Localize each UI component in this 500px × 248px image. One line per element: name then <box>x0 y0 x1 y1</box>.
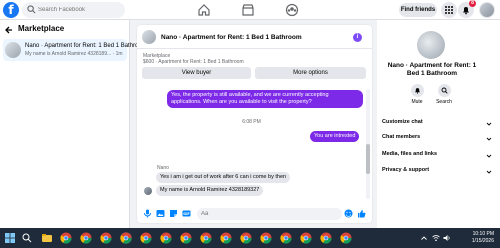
taskbar-search-icon[interactable] <box>22 233 32 243</box>
customize-chat-label: Customize chat <box>382 119 423 125</box>
svg-text:GIF: GIF <box>183 212 190 216</box>
image-icon[interactable] <box>156 209 165 218</box>
listing-price: $600 · Apartment for Rent: 1 Bed 1 Bathr… <box>143 59 244 65</box>
sender-avatar <box>144 187 152 195</box>
privacy-support-label: Privacy & support <box>382 167 430 173</box>
chat-members-label: Chat members <box>382 134 421 140</box>
windows-taskbar: 10:10 PM 1/15/2026 <box>0 228 500 248</box>
clock-time: 10:10 PM <box>472 231 494 237</box>
chevron-up-icon[interactable] <box>420 234 428 242</box>
chrome-icon[interactable] <box>160 232 172 244</box>
message-list: Yes, the property is still available, an… <box>137 85 366 202</box>
thumbs-up-icon[interactable] <box>357 209 366 218</box>
more-options-button[interactable]: More options <box>255 67 366 79</box>
back-arrow-icon[interactable] <box>5 26 13 34</box>
message-input[interactable] <box>197 208 342 220</box>
chevron-down-icon <box>486 154 492 158</box>
chevron-down-icon <box>486 170 492 174</box>
marketplace-icon[interactable] <box>241 3 255 17</box>
info-listing-thumbnail <box>417 31 445 59</box>
chrome-icon[interactable] <box>280 232 292 244</box>
info-title: Nano · Apartment for Rent: 1 Bed 1 Bathr… <box>387 62 477 77</box>
notification-badge: 8 <box>469 0 476 7</box>
message-composer: GIF <box>137 206 372 223</box>
bell-icon <box>463 7 469 15</box>
search-box[interactable] <box>22 2 125 18</box>
scrollbar-thumb[interactable] <box>366 144 370 174</box>
clock-date: 1/15/2026 <box>471 238 494 244</box>
volume-icon[interactable] <box>443 234 451 242</box>
chrome-icon[interactable] <box>260 232 272 244</box>
search-input[interactable] <box>38 3 122 17</box>
chat-window: Nano · Apartment for Rent: 1 Bed 1 Bathr… <box>137 25 372 223</box>
notifications-button[interactable]: 8 <box>458 0 476 18</box>
outgoing-message: Yes, the property is still available, an… <box>167 90 363 108</box>
message-timestamp: 6:08 PM <box>242 119 261 125</box>
conversation-preview: My name is Arnold Ramirez 4328189... · 1… <box>25 51 123 57</box>
message-scrollbar[interactable] <box>366 89 370 199</box>
incoming-message: Yes i am i get out of work after 6 can i… <box>156 172 291 183</box>
search-label: Search <box>436 99 452 105</box>
view-buyer-button[interactable]: View buyer <box>142 67 251 79</box>
chrome-icon[interactable] <box>340 232 352 244</box>
media-files-links-label: Media, files and links <box>382 151 438 157</box>
search-icon <box>27 5 36 14</box>
top-navigation-bar: f Find friends 8 <box>0 0 500 20</box>
chrome-icon[interactable] <box>80 232 92 244</box>
chat-title[interactable]: Nano · Apartment for Rent: 1 Bed 1 Bathr… <box>161 34 302 41</box>
search-in-conversation-button[interactable]: Search <box>429 84 459 105</box>
chrome-icon[interactable] <box>180 232 192 244</box>
incoming-message: My name is Arnold Ramirez 4328189327 <box>156 185 264 196</box>
mute-label: Mute <box>411 99 423 105</box>
media-files-links-row[interactable]: Media, files and links <box>382 151 495 161</box>
home-icon[interactable] <box>197 3 211 17</box>
search-icon <box>441 87 448 94</box>
find-friends-button[interactable]: Find friends <box>399 3 437 17</box>
taskbar-clock[interactable]: 10:10 PM 1/15/2026 <box>472 231 494 245</box>
wifi-icon[interactable] <box>432 234 440 242</box>
privacy-support-row[interactable]: Privacy & support <box>382 167 495 177</box>
chat-members-row[interactable]: Chat members <box>382 134 495 144</box>
chrome-icon[interactable] <box>140 232 152 244</box>
conversation-title: Nano · Apartment for Rent: 1 Bed 1 Bathr… <box>25 43 147 49</box>
emoji-icon[interactable] <box>344 209 353 218</box>
chat-listing-thumbnail <box>142 30 156 44</box>
chrome-icon[interactable] <box>60 232 72 244</box>
chrome-icon[interactable] <box>240 232 252 244</box>
listing-thumbnail <box>5 42 21 58</box>
account-avatar[interactable] <box>479 2 495 18</box>
chrome-icon[interactable] <box>100 232 112 244</box>
chrome-icon[interactable] <box>220 232 232 244</box>
microphone-icon[interactable] <box>143 209 152 218</box>
customize-chat-row[interactable]: Customize chat <box>382 119 495 129</box>
groups-icon[interactable] <box>285 3 299 17</box>
chevron-down-icon <box>486 137 492 141</box>
conversation-item[interactable]: Nano · Apartment for Rent: 1 Bed 1 Bathr… <box>3 39 147 61</box>
file-explorer-icon[interactable] <box>41 232 53 244</box>
mute-button[interactable]: Mute <box>402 84 432 105</box>
chevron-down-icon <box>486 122 492 126</box>
chrome-icon[interactable] <box>200 232 212 244</box>
sidebar-title: Marketplace <box>18 24 65 33</box>
sender-name: Nano <box>157 165 169 171</box>
facebook-logo[interactable]: f <box>3 2 19 18</box>
menu-button[interactable] <box>441 2 457 18</box>
chrome-icon[interactable] <box>300 232 312 244</box>
menu-grid-icon <box>445 6 453 14</box>
outgoing-message: You are intrested <box>310 131 360 142</box>
sticker-icon[interactable] <box>169 209 178 218</box>
info-icon[interactable]: i <box>353 33 362 42</box>
marketplace-sidebar: Marketplace Nano · Apartment for Rent: 1… <box>0 20 147 228</box>
bell-icon <box>414 88 420 94</box>
gif-icon[interactable]: GIF <box>182 209 191 218</box>
windows-start-icon[interactable] <box>5 233 15 243</box>
conversation-info-panel: Nano · Apartment for Rent: 1 Bed 1 Bathr… <box>377 20 500 228</box>
chat-header: Nano · Apartment for Rent: 1 Bed 1 Bathr… <box>137 25 372 49</box>
chrome-icon[interactable] <box>120 232 132 244</box>
chrome-icon[interactable] <box>320 232 332 244</box>
